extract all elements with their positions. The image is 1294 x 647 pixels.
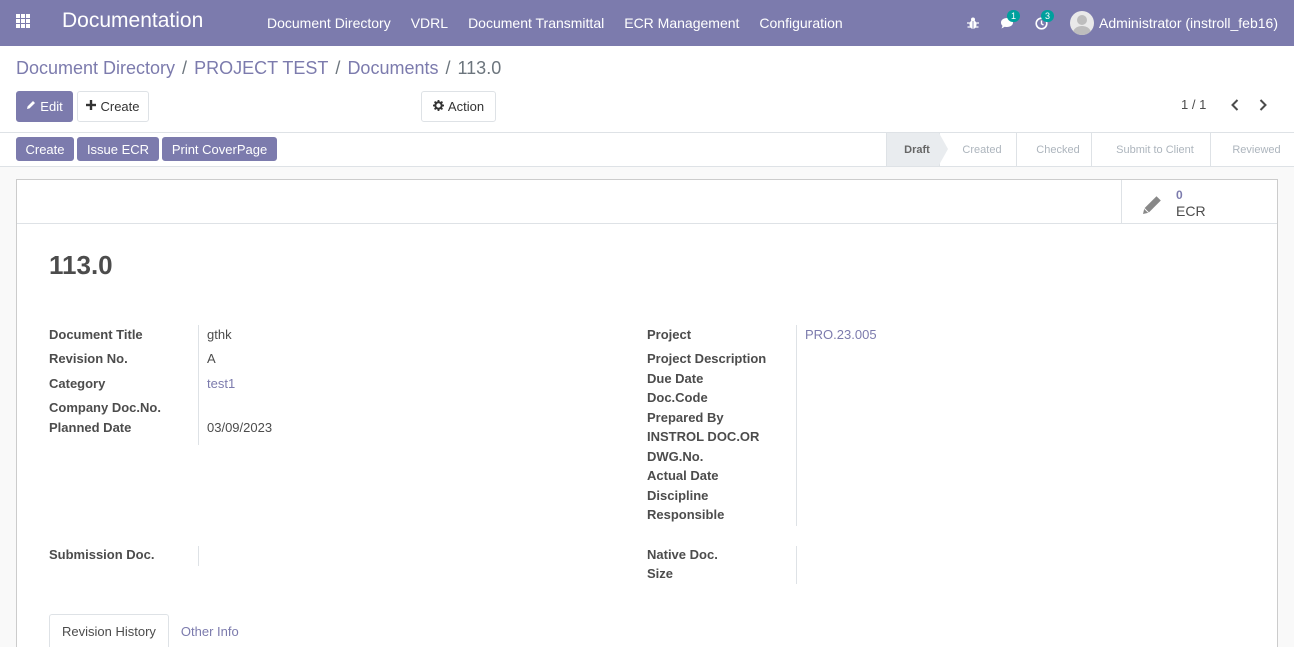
chat-messages-icon[interactable]: 1: [999, 10, 1021, 31]
ecr-count: 0: [1176, 188, 1183, 202]
header-create-button[interactable]: Create: [16, 137, 74, 161]
notebook-tabs: Revision History Other Info: [49, 614, 1245, 647]
breadcrumb-document-directory[interactable]: Document Directory: [16, 58, 175, 79]
field-divider: [198, 546, 199, 566]
field-divider: [198, 325, 199, 445]
breadcrumb-documents[interactable]: Documents: [347, 58, 438, 79]
plus-icon: [86, 100, 97, 113]
field-divider: [796, 325, 797, 526]
action-button[interactable]: Action: [421, 91, 496, 122]
edit-button[interactable]: Edit: [16, 91, 73, 122]
actual-date-label: Actual Date: [647, 468, 719, 483]
form-sheet: 0 ECR 113.0 Document Title gthk Revision…: [16, 179, 1278, 647]
record-title: 113.0: [49, 250, 113, 280]
instrol-doc-label: INSTROL DOC.OR: [647, 429, 760, 444]
issue-ecr-button[interactable]: Issue ECR: [77, 137, 159, 161]
due-date-label: Due Date: [647, 371, 704, 386]
systray: 1 3 Administrator (instroll_feb16): [956, 0, 1278, 46]
category-link[interactable]: test1: [207, 376, 235, 391]
stage-label: Draft: [904, 143, 930, 156]
pager-next-button[interactable]: [1255, 95, 1271, 115]
breadcrumb-separator: /: [182, 58, 188, 78]
breadcrumb-separator: /: [335, 58, 341, 78]
stage-checked[interactable]: Checked: [1016, 133, 1091, 166]
stage-label: Reviewed: [1232, 143, 1281, 156]
activity-clock-icon[interactable]: 3: [1033, 10, 1055, 31]
breadcrumb: Document Directory / PROJECT TEST / Docu…: [16, 58, 501, 79]
document-title-label: Document Title: [49, 327, 143, 342]
pager-previous-button[interactable]: [1227, 95, 1243, 115]
planned-date-value: 03/09/2023: [207, 420, 273, 435]
stage-reviewed[interactable]: Reviewed: [1210, 133, 1294, 166]
stage-draft[interactable]: Draft: [886, 133, 948, 166]
revision-no-label: Revision No.: [49, 351, 128, 366]
prepared-by-label: Prepared By: [647, 410, 724, 425]
pencil-icon: [1141, 194, 1163, 216]
size-label: Size: [647, 566, 674, 581]
breadcrumb-separator: /: [445, 58, 451, 78]
chat-count-badge: 1: [1007, 10, 1021, 22]
doc-code-label: Doc.Code: [647, 390, 708, 405]
menu-item-document-transmittal[interactable]: Document Transmittal: [458, 15, 614, 31]
form-statusbar: Create Issue ECR Print CoverPage Draft C…: [0, 133, 1294, 167]
project-label: Project: [647, 327, 692, 342]
smart-button-box: 0 ECR: [17, 180, 1277, 224]
stage-label: Checked: [1036, 143, 1080, 156]
chevron-left-icon: [1231, 99, 1239, 111]
submission-doc-label: Submission Doc.: [49, 547, 155, 562]
responsible-label: Responsible: [647, 507, 725, 522]
stage-bar: Draft Created Checked Submit to Client R…: [886, 133, 1294, 166]
tab-revision-history[interactable]: Revision History: [49, 614, 169, 647]
edit-button-label: Edit: [40, 99, 63, 114]
create-button[interactable]: Create: [77, 91, 149, 122]
native-doc-label: Native Doc.: [647, 547, 718, 562]
planned-date-label: Planned Date: [49, 420, 132, 435]
stage-label: Submit to Client: [1116, 143, 1194, 156]
app-brand[interactable]: Documentation: [62, 9, 203, 33]
document-title-value: gthk: [207, 327, 232, 342]
stage-created[interactable]: Created: [939, 133, 1016, 166]
menu-item-vdrl[interactable]: VDRL: [401, 15, 458, 31]
main-menu: Document Directory VDRL Document Transmi…: [257, 0, 853, 46]
stage-submit-to-client[interactable]: Submit to Client: [1091, 133, 1210, 166]
revision-no-value: A: [207, 351, 216, 366]
stage-label: Created: [962, 143, 1002, 156]
pager-value[interactable]: 1 / 1: [1181, 97, 1206, 112]
print-coverpage-button[interactable]: Print CoverPage: [162, 137, 277, 161]
top-navbar: Documentation Document Directory VDRL Do…: [0, 0, 1294, 46]
debug-bug-icon[interactable]: [965, 15, 981, 31]
discipline-label: Discipline: [647, 488, 709, 503]
project-description-label: Project Description: [647, 351, 767, 366]
user-menu[interactable]: Administrator (instroll_feb16): [1070, 11, 1278, 35]
breadcrumb-current: 113.0: [457, 58, 502, 78]
avatar: [1070, 11, 1095, 35]
dwg-no-label: DWG.No.: [647, 449, 704, 464]
project-link[interactable]: PRO.23.005: [805, 327, 877, 342]
category-label: Category: [49, 376, 106, 391]
apps-menu-icon[interactable]: [16, 14, 30, 28]
control-panel: Document Directory / PROJECT TEST / Docu…: [0, 46, 1294, 133]
company-doc-no-label: Company Doc.No.: [49, 400, 161, 415]
menu-item-ecr-management[interactable]: ECR Management: [614, 15, 749, 31]
menu-item-document-directory[interactable]: Document Directory: [257, 15, 401, 31]
ecr-label: ECR: [1176, 203, 1206, 219]
field-divider: [796, 546, 797, 584]
chevron-right-icon: [1259, 99, 1267, 111]
tab-other-info[interactable]: Other Info: [169, 614, 251, 647]
create-button-label: Create: [100, 99, 140, 114]
ecr-smart-button[interactable]: 0 ECR: [1121, 180, 1277, 224]
breadcrumb-project-test[interactable]: PROJECT TEST: [194, 58, 328, 79]
action-button-label: Action: [447, 99, 485, 114]
menu-item-configuration[interactable]: Configuration: [749, 15, 852, 31]
pencil-icon: [26, 100, 36, 113]
user-name: Administrator (instroll_feb16): [1099, 15, 1278, 31]
gear-icon: [432, 99, 444, 114]
activity-count-badge: 3: [1041, 10, 1055, 22]
